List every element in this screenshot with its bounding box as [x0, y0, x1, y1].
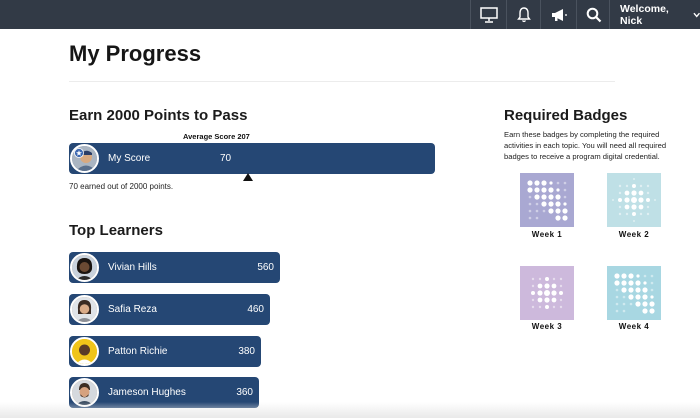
my-avatar — [70, 144, 99, 173]
learner-name: Jameson Hughes — [108, 387, 186, 398]
bell-icon — [517, 6, 531, 22]
required-badges-title: Required Badges — [504, 107, 628, 124]
learner-name: Patton Richie — [108, 346, 168, 357]
learner-score: 380 — [238, 346, 255, 357]
learner-row: Patton Richie 380 — [69, 336, 261, 367]
announcements-button[interactable] — [540, 0, 577, 29]
learner-name: Safia Reza — [108, 304, 157, 315]
welcome-text: Welcome, Nick — [620, 2, 669, 27]
user-menu[interactable]: Welcome, Nick — [609, 0, 700, 29]
learner-score: 460 — [247, 304, 264, 315]
top-navigation-bar: Welcome, Nick — [0, 0, 700, 29]
search-button[interactable] — [576, 0, 610, 29]
week-1-badge[interactable] — [520, 173, 574, 227]
learner-avatar — [70, 337, 99, 366]
chevron-down-icon — [692, 12, 700, 17]
title-divider — [69, 81, 615, 82]
bottom-edge-shadow — [0, 402, 700, 418]
presentation-button[interactable] — [470, 0, 507, 29]
page-title: My Progress — [69, 41, 202, 66]
week-3-badge[interactable] — [520, 266, 574, 320]
learner-name: Vivian Hills — [108, 262, 157, 273]
learner-avatar — [70, 253, 99, 282]
notifications-button[interactable] — [506, 0, 541, 29]
week-4-label: Week 4 — [618, 322, 650, 331]
progress-section-title: Earn 2000 Points to Pass — [69, 107, 248, 124]
megaphone-icon — [552, 8, 567, 21]
week-2-label: Week 2 — [618, 230, 650, 239]
learner-row: Safia Reza 460 — [69, 294, 270, 325]
top-learners-title: Top Learners — [69, 222, 163, 239]
week-2-badge[interactable] — [607, 173, 661, 227]
average-score-label: Average Score 207 — [183, 132, 250, 141]
earned-points-text: 70 earned out of 2000 points. — [69, 182, 174, 191]
learner-score: 560 — [257, 262, 274, 273]
week-1-label: Week 1 — [531, 230, 563, 239]
average-score-marker — [243, 173, 253, 181]
learner-score: 360 — [236, 387, 253, 398]
learner-avatar — [70, 295, 99, 324]
my-score-bar: My Score 70 — [69, 143, 435, 174]
learner-row: Vivian Hills 560 — [69, 252, 280, 283]
week-3-label: Week 3 — [531, 322, 563, 331]
badges-description: Earn these badges by completing the requ… — [504, 130, 667, 161]
presentation-icon — [480, 6, 498, 23]
week-4-badge[interactable] — [607, 266, 661, 320]
my-score-value: 70 — [220, 153, 232, 164]
my-score-label: My Score — [108, 153, 151, 164]
search-icon — [586, 7, 601, 22]
